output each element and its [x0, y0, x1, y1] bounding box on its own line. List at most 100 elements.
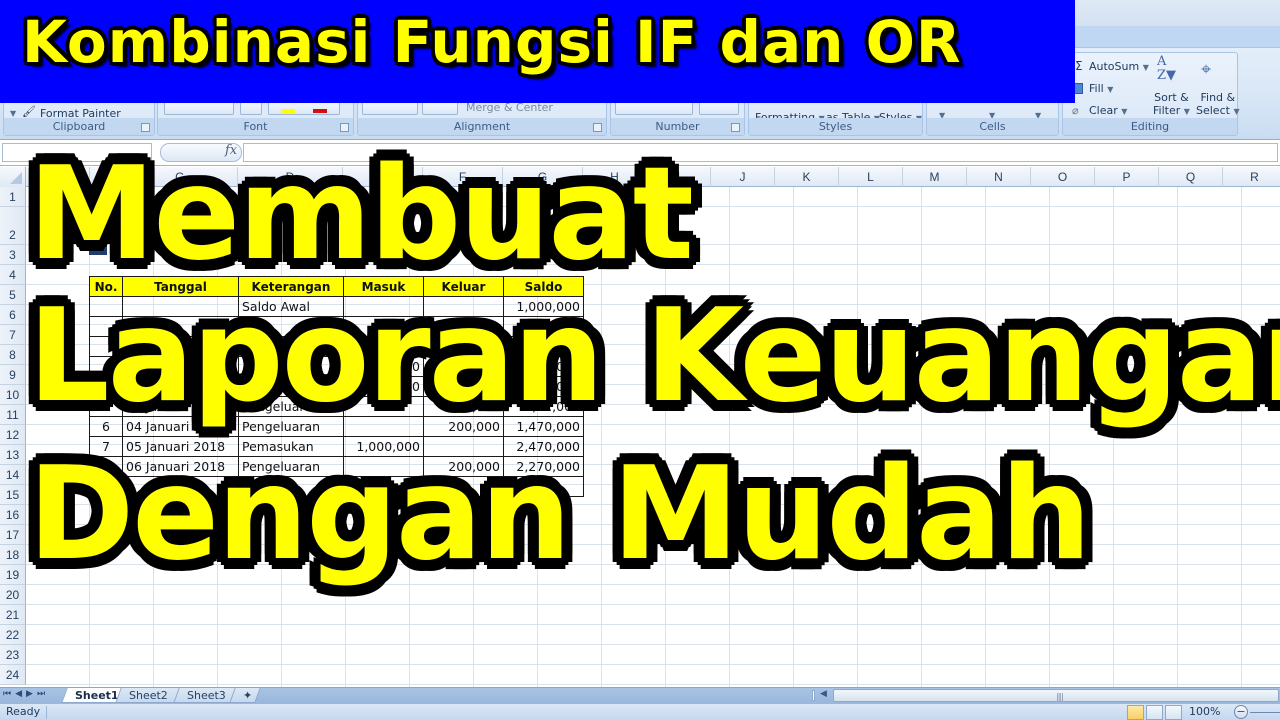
gridline	[26, 644, 1280, 645]
scroll-left-icon[interactable]: ◀	[820, 689, 827, 699]
row-header-7[interactable]: 7	[0, 325, 26, 345]
row-header-5[interactable]: 5	[0, 285, 26, 305]
chevron-down-icon: ▼	[1142, 63, 1149, 72]
alignment-launcher-icon[interactable]	[593, 123, 602, 132]
row-header-12[interactable]: 12	[0, 425, 26, 445]
column-header-n[interactable]: N	[967, 167, 1031, 187]
headline-line-3: Dengan Mudah	[28, 440, 1091, 589]
row-header-21[interactable]: 21	[0, 605, 26, 625]
headline-line-1: Membuat	[28, 140, 694, 289]
row-header-2[interactable]: 2	[0, 207, 26, 245]
scroll-grip-icon: ||||	[1056, 692, 1064, 701]
chevron-down-icon: ▼	[1107, 85, 1114, 94]
banner-title: Kombinasi Fungsi IF dan OR	[22, 8, 962, 76]
clear-label: Clear	[1089, 104, 1118, 117]
status-bar: Ready 100% −	[0, 703, 1280, 720]
row-header-17[interactable]: 17	[0, 525, 26, 545]
sigma-icon: Σ	[1075, 59, 1083, 73]
row-header-1[interactable]: 1	[0, 187, 26, 207]
column-header-l[interactable]: L	[839, 167, 903, 187]
autosum-label: AutoSum	[1089, 60, 1140, 73]
chevron-down-icon: ▼	[1183, 107, 1190, 116]
chevron-down-icon: ▼	[1233, 107, 1240, 116]
row-header-15[interactable]: 15	[0, 485, 26, 505]
binoculars-icon: ⌖	[1201, 59, 1212, 80]
select-all-button[interactable]	[0, 167, 26, 187]
group-label-clipboard: Clipboard	[4, 118, 154, 135]
column-header-q[interactable]: Q	[1159, 167, 1223, 187]
column-header-j[interactable]: J	[711, 167, 775, 187]
paste-dropdown-icon[interactable]: ▼	[10, 109, 16, 118]
gridline	[26, 624, 1280, 625]
row-header-16[interactable]: 16	[0, 505, 26, 525]
sheet-tab-2[interactable]: Sheet2	[115, 688, 182, 703]
row-header-6[interactable]: 6	[0, 305, 26, 325]
excel-window: 🖌 Format Painter ▼ Clipboard Font Merge …	[0, 0, 1280, 720]
clipboard-launcher-icon[interactable]	[141, 123, 150, 132]
status-divider	[46, 706, 47, 719]
sort-filter-icon: A Z▼	[1157, 54, 1177, 83]
row-header-18[interactable]: 18	[0, 545, 26, 565]
row-header-19[interactable]: 19	[0, 565, 26, 585]
group-label-font: Font	[158, 118, 353, 135]
horizontal-scrollbar[interactable]: ||||	[833, 689, 1279, 702]
find-select-button[interactable]: Find & Select ▼	[1196, 91, 1240, 118]
group-label-number: Number	[611, 118, 744, 135]
row-header-22[interactable]: 22	[0, 625, 26, 645]
row-header-23[interactable]: 23	[0, 645, 26, 665]
format-painter-icon: 🖌	[22, 105, 36, 118]
row-header-13[interactable]: 13	[0, 445, 26, 465]
row-header-14[interactable]: 14	[0, 465, 26, 485]
zoom-out-icon[interactable]: −	[1234, 705, 1248, 719]
status-text: Ready	[6, 705, 41, 718]
row-header-3[interactable]: 3	[0, 245, 26, 265]
fill-label: Fill	[1089, 82, 1104, 95]
find-label-line2: Select	[1196, 104, 1230, 117]
column-header-r[interactable]: R	[1223, 167, 1280, 187]
find-label-line1: Find &	[1200, 91, 1236, 104]
page-layout-view-button[interactable]	[1146, 705, 1163, 720]
autosum-button[interactable]: AutoSum ▼	[1089, 60, 1149, 73]
row-header-8[interactable]: 8	[0, 345, 26, 365]
sort-label-line2: Filter	[1153, 104, 1181, 117]
tab-split-handle[interactable]	[812, 690, 815, 701]
sort-label-line1: Sort &	[1154, 91, 1189, 104]
headline-line-2: Laporan Keuangan	[28, 282, 1280, 431]
page-break-view-button[interactable]	[1165, 705, 1182, 720]
font-color-swatch	[313, 109, 327, 113]
sheet-tab-label: Sheet3	[187, 689, 226, 702]
group-label-alignment: Alignment	[358, 118, 606, 135]
clear-button[interactable]: Clear ▼	[1089, 104, 1127, 117]
row-header-9[interactable]: 9	[0, 365, 26, 385]
sheet-tab-label: Sheet1	[75, 689, 119, 702]
fill-color-swatch	[281, 109, 295, 113]
row-header-11[interactable]: 11	[0, 405, 26, 425]
zoom-level[interactable]: 100%	[1189, 705, 1220, 718]
title-banner: Kombinasi Fungsi IF dan OR	[0, 0, 1075, 103]
sheet-tab-label: Sheet2	[129, 689, 168, 702]
column-header-m[interactable]: M	[903, 167, 967, 187]
gridline	[26, 604, 1280, 605]
sort-filter-button[interactable]: Sort & Filter ▼	[1153, 91, 1190, 118]
group-label-styles: Styles	[749, 118, 922, 135]
row-header-10[interactable]: 10	[0, 385, 26, 405]
ribbon-group-editing: Σ AutoSum ▼ Fill ▼ ⌀ Clear ▼ A Z▼ Sort & F…	[1062, 52, 1240, 136]
gridline	[26, 684, 1280, 685]
eraser-icon: ⌀	[1072, 104, 1079, 117]
zoom-slider[interactable]	[1250, 712, 1280, 713]
row-header-24[interactable]: 24	[0, 665, 26, 685]
row-header-4[interactable]: 4	[0, 265, 26, 285]
gridline	[26, 664, 1280, 665]
fill-button[interactable]: Fill ▼	[1089, 82, 1113, 95]
number-launcher-icon[interactable]	[731, 123, 740, 132]
insert-sheet-button[interactable]: ✦	[229, 688, 261, 703]
group-label-cells: Cells	[927, 118, 1058, 135]
group-label-editing: Editing	[1063, 118, 1237, 135]
normal-view-button[interactable]	[1127, 705, 1144, 720]
font-launcher-icon[interactable]	[340, 123, 349, 132]
sheet-nav-arrows-icon[interactable]: ⏮◀▶⏭	[3, 689, 49, 699]
column-header-o[interactable]: O	[1031, 167, 1095, 187]
column-header-k[interactable]: K	[775, 167, 839, 187]
column-header-p[interactable]: P	[1095, 167, 1159, 187]
row-header-20[interactable]: 20	[0, 585, 26, 605]
